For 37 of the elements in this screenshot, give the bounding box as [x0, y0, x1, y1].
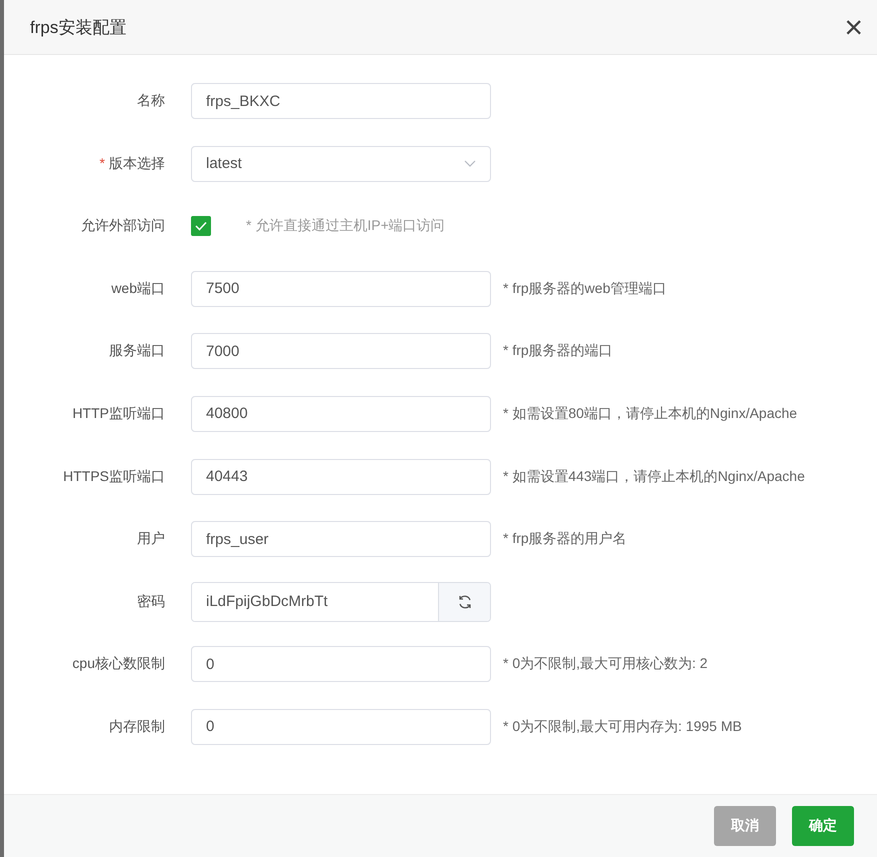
field-label: 版本选择: [109, 154, 165, 173]
input-field[interactable]: 7000: [191, 333, 491, 370]
check-icon: [195, 221, 207, 232]
field-label: HTTPS监听端口: [63, 468, 165, 486]
input-field[interactable]: frps_user: [191, 521, 491, 558]
field-hint: * frp服务器的web管理端口: [503, 280, 666, 298]
field-hint: * 0为不限制,最大可用核心数为: 2: [503, 655, 708, 674]
chevron-down-icon: [464, 160, 476, 168]
field-label: 名称: [137, 92, 165, 110]
field-label: HTTP监听端口: [72, 404, 165, 423]
input-field[interactable]: 0: [191, 708, 491, 745]
field-hint: * 0为不限制,最大可用内存为: 1995 MB: [503, 718, 742, 736]
field-hint: * 如需设置443端口，请停止本机的Nginx/Apache: [503, 468, 805, 486]
required-mark: *: [100, 154, 105, 173]
checkbox[interactable]: [191, 216, 211, 236]
input-field[interactable]: frps_BKXC: [191, 83, 491, 119]
input-field[interactable]: 0: [191, 646, 491, 682]
field-hint: * frp服务器的端口: [503, 342, 613, 360]
field-hint: * frp服务器的用户名: [503, 530, 627, 548]
refresh-icon: [456, 594, 472, 610]
field-label: 服务端口: [109, 342, 165, 360]
field-hint: * 如需设置80端口，请停止本机的Nginx/Apache: [503, 404, 798, 423]
version-select[interactable]: latest: [191, 146, 491, 182]
input-field[interactable]: 40443: [191, 458, 491, 495]
field-label: 允许外部访问: [81, 217, 165, 236]
dialog-title: frps安装配置: [30, 16, 126, 38]
input-field[interactable]: 7500: [191, 270, 491, 307]
field-label: 内存限制: [109, 718, 165, 736]
field-label: cpu核心数限制: [72, 655, 165, 674]
input-field[interactable]: 40800: [191, 396, 491, 432]
refresh-button[interactable]: [438, 582, 490, 621]
field-label: 用户: [137, 530, 165, 548]
close-button[interactable]: ×: [844, 11, 863, 43]
field-label: 密码: [137, 592, 165, 611]
field-hint: * 允许直接通过主机IP+端口访问: [246, 217, 445, 236]
password-field[interactable]: iLdFpijGbDcMrbTt: [191, 582, 491, 622]
field-label: web端口: [111, 280, 165, 298]
